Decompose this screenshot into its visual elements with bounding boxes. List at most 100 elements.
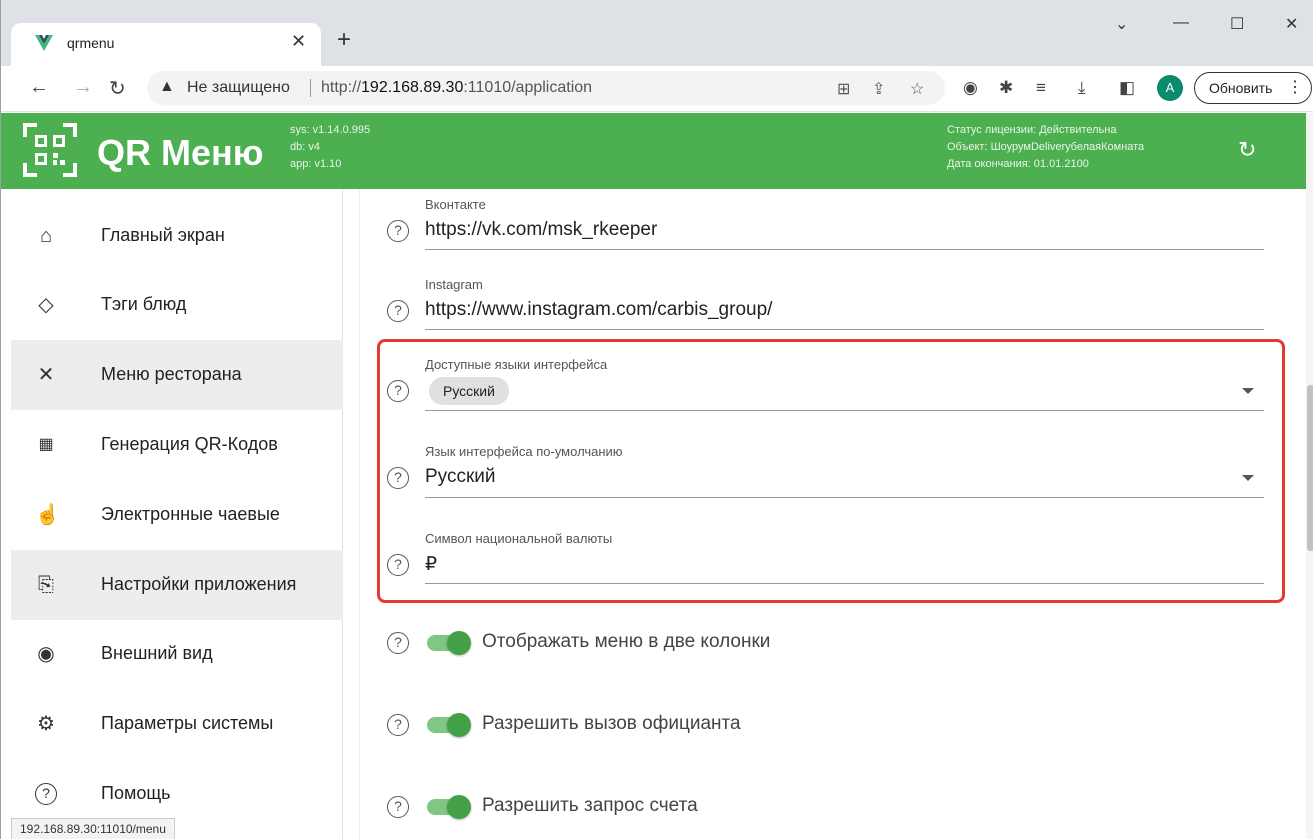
forward-arrow-icon[interactable]: → — [73, 76, 93, 99]
instagram-field: Instagram ? https://www.instagram.com/ca… — [387, 275, 1264, 335]
version-info: sys: v1.14.0.995 db: v4 app: v1.10 — [290, 122, 370, 173]
switch-knob — [447, 795, 471, 819]
sidebar-item-menu[interactable]: ✕ Меню ресторана — [11, 340, 343, 410]
tab-title: qrmenu — [67, 35, 115, 51]
vk-label: Вконтакте — [425, 197, 486, 212]
request-bill-label: Разрешить запрос счета — [482, 795, 698, 816]
share-icon[interactable]: ⇪ — [872, 79, 885, 99]
warning-icon[interactable]: ▲ — [159, 78, 175, 96]
tips-icon: ☝ — [35, 504, 60, 526]
help-icon: ? — [35, 783, 57, 805]
request-bill-switch[interactable] — [427, 795, 471, 819]
instagram-input[interactable]: https://www.instagram.com/carbis_group/ — [425, 299, 772, 321]
url-text[interactable]: http://192.168.89.30:11010/application — [321, 79, 592, 97]
translate-icon[interactable]: ⊞ — [837, 79, 850, 99]
refresh-license-icon[interactable]: ↻ — [1238, 137, 1256, 163]
browser-toolbar: ← → ↻ ▲ Не защищено http://192.168.89.30… — [1, 66, 1313, 112]
divider — [310, 79, 311, 97]
sidebar-item-system[interactable]: ⚙ Параметры системы — [11, 689, 343, 759]
side-panel-icon[interactable]: ◧ — [1119, 78, 1135, 98]
sidebar-item-label: Тэги блюд — [101, 294, 187, 314]
sidebar-item-label: Генерация QR-Кодов — [101, 434, 278, 454]
update-button[interactable]: Обновить ⋮ — [1194, 72, 1312, 104]
menu-dots-icon[interactable]: ⋮ — [1287, 73, 1303, 103]
help-icon[interactable]: ? — [387, 300, 409, 322]
currency-label: Символ национальной валюты — [425, 531, 613, 546]
switch-knob — [447, 631, 471, 655]
language-chip[interactable]: Русский — [429, 377, 509, 405]
reading-list-icon[interactable]: ≡ — [1036, 78, 1046, 98]
help-icon[interactable]: ? — [387, 554, 409, 576]
default-language-field[interactable]: Язык интерфейса по-умолчанию ? Русский — [387, 442, 1264, 502]
call-waiter-toggle-row: ? Разрешить вызов официанта — [387, 711, 1264, 741]
tab-strip: qrmenu ✕ + ⌄ — ☐ ✕ — [1, 0, 1313, 66]
scrollbar-thumb[interactable] — [1307, 385, 1313, 551]
extension-shield-icon[interactable]: ◉ — [963, 78, 978, 98]
new-tab-button[interactable]: + — [337, 28, 351, 52]
tab-search-icon[interactable]: ⌄ — [1115, 14, 1128, 34]
default-language-select[interactable]: Русский — [425, 466, 496, 488]
switch-knob — [447, 713, 471, 737]
app-settings-icon: ⎘ — [38, 574, 54, 596]
help-icon[interactable]: ? — [387, 220, 409, 242]
input-underline — [425, 249, 1264, 250]
minimize-button[interactable]: — — [1173, 14, 1189, 32]
sidebar-item-label: Помощь — [101, 783, 171, 803]
sidebar-item-tips[interactable]: ☝ Электронные чаевые — [11, 480, 343, 550]
not-secure-label[interactable]: Не защищено — [187, 79, 290, 97]
help-icon[interactable]: ? — [387, 796, 409, 818]
help-icon[interactable]: ? — [387, 380, 409, 402]
currency-field: Символ национальной валюты ? ₽ — [387, 529, 1264, 589]
vue-logo-icon — [35, 35, 53, 51]
sidebar-item-app-settings[interactable]: ⎘ Настройки приложения — [11, 550, 343, 620]
chevron-down-icon[interactable] — [1242, 475, 1254, 481]
sidebar-item-label: Внешний вид — [101, 643, 213, 663]
sidebar-item-label: Электронные чаевые — [101, 504, 280, 524]
two-columns-label: Отображать меню в две колонки — [482, 631, 771, 652]
download-icon[interactable]: ⤓ — [1078, 78, 1086, 98]
sys-version: sys: v1.14.0.995 — [290, 124, 371, 136]
input-underline — [425, 329, 1264, 330]
chevron-down-icon[interactable] — [1242, 388, 1254, 394]
available-languages-field[interactable]: Доступные языки интерфейса ? Русский — [387, 355, 1264, 415]
eye-icon: ◉ — [37, 643, 55, 665]
license-object: Объект: ШоурумDeliveryбелаяКомната — [947, 141, 1145, 153]
instagram-label: Instagram — [425, 277, 483, 292]
extensions-puzzle-icon[interactable]: ✱ — [999, 78, 1013, 98]
page-scrollbar[interactable] — [1306, 113, 1313, 839]
settings-card: Вконтакте ? https://vk.com/msk_rkeeper I… — [359, 189, 1299, 839]
profile-avatar[interactable]: A — [1157, 75, 1183, 101]
available-languages-label: Доступные языки интерфейса — [425, 357, 608, 372]
tab-close-icon[interactable]: ✕ — [291, 31, 306, 52]
help-icon[interactable]: ? — [387, 467, 409, 489]
sidebar-item-qr[interactable]: ▦ Генерация QR-Кодов — [11, 410, 343, 480]
two-columns-switch[interactable] — [427, 631, 471, 655]
call-waiter-switch[interactable] — [427, 713, 471, 737]
maximize-button[interactable]: ☐ — [1230, 14, 1244, 34]
input-underline — [425, 583, 1264, 584]
vk-input[interactable]: https://vk.com/msk_rkeeper — [425, 219, 657, 241]
sidebar-item-home[interactable]: ⌂ Главный экран — [11, 201, 343, 271]
qr-logo-icon — [23, 123, 77, 177]
help-icon[interactable]: ? — [387, 632, 409, 654]
input-underline — [425, 497, 1264, 498]
back-arrow-icon[interactable]: ← — [29, 76, 49, 99]
currency-input[interactable]: ₽ — [425, 553, 437, 576]
input-underline — [425, 410, 1264, 411]
request-bill-toggle-row: ? Разрешить запрос счета — [387, 793, 1264, 823]
license-info: Статус лицензии: Действительна Объект: Ш… — [947, 122, 1144, 173]
sidebar-item-tags[interactable]: ◇ Тэги блюд — [11, 270, 343, 340]
reload-icon[interactable]: ↻ — [109, 76, 126, 101]
license-status: Статус лицензии: Действительна — [947, 124, 1117, 136]
gear-icon: ⚙ — [37, 713, 55, 735]
close-window-button[interactable]: ✕ — [1285, 14, 1298, 34]
browser-tab[interactable]: qrmenu ✕ — [11, 23, 321, 66]
help-icon[interactable]: ? — [387, 714, 409, 736]
bookmark-star-icon[interactable]: ☆ — [910, 79, 924, 99]
two-columns-toggle-row: ? Отображать меню в две колонки — [387, 629, 1264, 659]
sidebar-item-appearance[interactable]: ◉ Внешний вид — [11, 619, 343, 689]
sidebar-item-label: Главный экран — [101, 225, 225, 245]
address-bar[interactable]: ▲ Не защищено http://192.168.89.30:11010… — [147, 71, 945, 105]
call-waiter-label: Разрешить вызов официанта — [482, 713, 741, 734]
default-language-label: Язык интерфейса по-умолчанию — [425, 444, 623, 459]
